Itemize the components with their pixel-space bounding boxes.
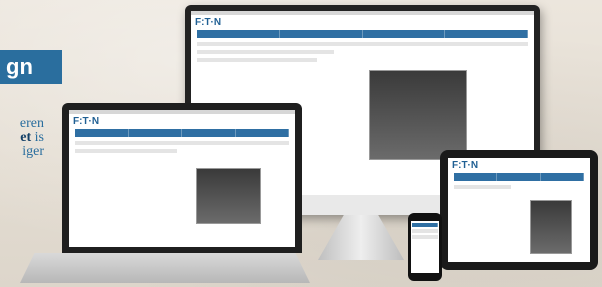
title-banner: gn — [0, 50, 62, 84]
site-navigation — [454, 173, 584, 181]
content-block — [412, 229, 438, 233]
content-block — [197, 50, 335, 54]
content-block — [197, 42, 528, 46]
description-line-2: et is — [20, 130, 44, 145]
site-navigation — [412, 223, 438, 227]
content-block — [75, 141, 289, 145]
description-text: eren et is iger — [0, 117, 44, 159]
description-line-1: eren — [19, 116, 44, 131]
content-block — [75, 149, 177, 153]
tablet: F:T·N — [440, 150, 598, 270]
tablet-screen: F:T·N — [448, 158, 590, 262]
laptop: F:T·N — [62, 103, 302, 253]
product-image — [195, 167, 261, 225]
eaton-logo: F:T·N — [452, 160, 479, 171]
smartphone — [408, 213, 442, 281]
eaton-logo: F:T·N — [195, 17, 222, 28]
banner-text: gn — [6, 54, 33, 79]
eaton-logo: F:T·N — [73, 116, 100, 127]
site-navigation — [75, 129, 289, 137]
phone-screen — [411, 221, 439, 273]
site-navigation — [197, 30, 528, 38]
product-image — [530, 199, 573, 254]
description-line-3: iger — [22, 144, 44, 159]
product-image — [369, 69, 468, 161]
laptop-keyboard-base — [20, 253, 310, 283]
laptop-screen: F:T·N — [69, 110, 295, 247]
content-block — [454, 185, 511, 189]
content-block — [197, 58, 318, 62]
content-block — [412, 235, 438, 239]
